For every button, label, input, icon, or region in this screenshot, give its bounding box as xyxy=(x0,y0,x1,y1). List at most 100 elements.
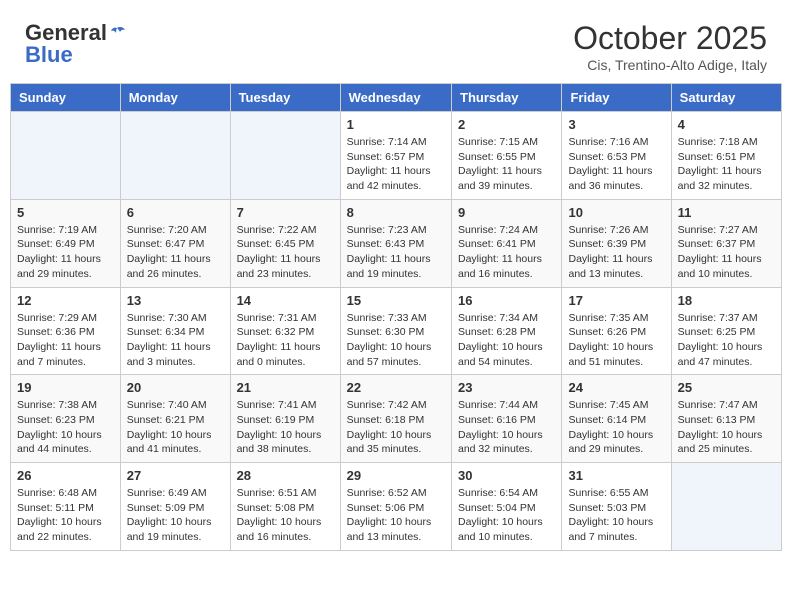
day-header-tuesday: Tuesday xyxy=(230,84,340,112)
day-info: Sunrise: 7:29 AM Sunset: 6:36 PM Dayligh… xyxy=(17,311,114,370)
calendar-cell: 10Sunrise: 7:26 AM Sunset: 6:39 PM Dayli… xyxy=(562,199,671,287)
day-info: Sunrise: 7:34 AM Sunset: 6:28 PM Dayligh… xyxy=(458,311,555,370)
calendar-cell: 25 Sunrise: 7:47 AM Sunset: 6:13 PM Dayli… xyxy=(671,375,781,463)
calendar-cell: 16 Sunrise: 7:34 AM Sunset: 6:28 PM Dayli… xyxy=(452,287,562,375)
day-info: Sunrise: 7:15 AM Sunset: 6:55 PM Dayligh… xyxy=(458,135,555,194)
day-info: Sunrise: 7:23 AM Sunset: 6:43 PM Dayligh… xyxy=(347,223,445,282)
day-info: Sunrise: 7:16 AM Sunset: 6:53 PM Dayligh… xyxy=(568,135,664,194)
day-number: 15 xyxy=(347,293,445,308)
calendar-cell: 27 Sunrise: 6:49 AM Sunset: 5:09 PM Dayli… xyxy=(120,463,230,551)
day-info: Sunrise: 7:44 AM Sunset: 6:16 PM Dayligh… xyxy=(458,398,555,457)
calendar-cell: 4 Sunrise: 7:18 AM Sunset: 6:51 PM Daylig… xyxy=(671,112,781,200)
day-number: 20 xyxy=(127,380,224,395)
day-info: Sunrise: 6:49 AM Sunset: 5:09 PM Dayligh… xyxy=(127,486,224,545)
day-number: 8 xyxy=(347,205,445,220)
day-info: Sunrise: 7:30 AM Sunset: 6:34 PM Dayligh… xyxy=(127,311,224,370)
day-info: Sunrise: 6:54 AM Sunset: 5:04 PM Dayligh… xyxy=(458,486,555,545)
calendar-cell: 3Sunrise: 7:16 AM Sunset: 6:53 PM Daylig… xyxy=(562,112,671,200)
location-subtitle: Cis, Trentino-Alto Adige, Italy xyxy=(573,57,767,73)
day-info: Sunrise: 7:42 AM Sunset: 6:18 PM Dayligh… xyxy=(347,398,445,457)
day-info: Sunrise: 6:52 AM Sunset: 5:06 PM Dayligh… xyxy=(347,486,445,545)
day-info: Sunrise: 6:51 AM Sunset: 5:08 PM Dayligh… xyxy=(237,486,334,545)
day-number: 22 xyxy=(347,380,445,395)
calendar-cell xyxy=(230,112,340,200)
day-number: 17 xyxy=(568,293,664,308)
day-info: Sunrise: 7:19 AM Sunset: 6:49 PM Dayligh… xyxy=(17,223,114,282)
day-info: Sunrise: 7:31 AM Sunset: 6:32 PM Dayligh… xyxy=(237,311,334,370)
calendar-cell: 12 Sunrise: 7:29 AM Sunset: 6:36 PM Dayli… xyxy=(11,287,121,375)
calendar-cell xyxy=(120,112,230,200)
calendar-cell: 24Sunrise: 7:45 AM Sunset: 6:14 PM Dayli… xyxy=(562,375,671,463)
title-block: October 2025 Cis, Trentino-Alto Adige, I… xyxy=(573,20,767,73)
day-header-thursday: Thursday xyxy=(452,84,562,112)
calendar-cell: 23 Sunrise: 7:44 AM Sunset: 6:16 PM Dayli… xyxy=(452,375,562,463)
logo-bird-icon xyxy=(108,26,126,40)
day-header-sunday: Sunday xyxy=(11,84,121,112)
day-number: 19 xyxy=(17,380,114,395)
day-info: Sunrise: 7:37 AM Sunset: 6:25 PM Dayligh… xyxy=(678,311,775,370)
day-info: Sunrise: 7:27 AM Sunset: 6:37 PM Dayligh… xyxy=(678,223,775,282)
day-info: Sunrise: 7:35 AM Sunset: 6:26 PM Dayligh… xyxy=(568,311,664,370)
day-info: Sunrise: 7:24 AM Sunset: 6:41 PM Dayligh… xyxy=(458,223,555,282)
day-number: 21 xyxy=(237,380,334,395)
day-number: 27 xyxy=(127,468,224,483)
day-info: Sunrise: 7:20 AM Sunset: 6:47 PM Dayligh… xyxy=(127,223,224,282)
page-header: General Blue October 2025 Cis, Trentino-… xyxy=(10,10,782,78)
calendar-cell xyxy=(671,463,781,551)
day-header-wednesday: Wednesday xyxy=(340,84,451,112)
day-number: 7 xyxy=(237,205,334,220)
day-number: 31 xyxy=(568,468,664,483)
calendar-week-row: 5 Sunrise: 7:19 AM Sunset: 6:49 PM Daylig… xyxy=(11,199,782,287)
day-info: Sunrise: 7:41 AM Sunset: 6:19 PM Dayligh… xyxy=(237,398,334,457)
day-number: 23 xyxy=(458,380,555,395)
calendar-cell: 11 Sunrise: 7:27 AM Sunset: 6:37 PM Dayli… xyxy=(671,199,781,287)
day-number: 28 xyxy=(237,468,334,483)
calendar-cell: 30Sunrise: 6:54 AM Sunset: 5:04 PM Dayli… xyxy=(452,463,562,551)
day-number: 1 xyxy=(347,117,445,132)
calendar-cell: 7 Sunrise: 7:22 AM Sunset: 6:45 PM Daylig… xyxy=(230,199,340,287)
calendar-week-row: 1 Sunrise: 7:14 AM Sunset: 6:57 PM Daylig… xyxy=(11,112,782,200)
calendar-table: SundayMondayTuesdayWednesdayThursdayFrid… xyxy=(10,83,782,551)
calendar-cell: 21 Sunrise: 7:41 AM Sunset: 6:19 PM Dayli… xyxy=(230,375,340,463)
day-number: 14 xyxy=(237,293,334,308)
day-header-friday: Friday xyxy=(562,84,671,112)
calendar-cell: 1 Sunrise: 7:14 AM Sunset: 6:57 PM Daylig… xyxy=(340,112,451,200)
day-info: Sunrise: 7:40 AM Sunset: 6:21 PM Dayligh… xyxy=(127,398,224,457)
calendar-cell: 9 Sunrise: 7:24 AM Sunset: 6:41 PM Daylig… xyxy=(452,199,562,287)
day-info: Sunrise: 7:38 AM Sunset: 6:23 PM Dayligh… xyxy=(17,398,114,457)
calendar-header-row: SundayMondayTuesdayWednesdayThursdayFrid… xyxy=(11,84,782,112)
day-number: 5 xyxy=(17,205,114,220)
calendar-cell: 29 Sunrise: 6:52 AM Sunset: 5:06 PM Dayli… xyxy=(340,463,451,551)
day-info: Sunrise: 7:45 AM Sunset: 6:14 PM Dayligh… xyxy=(568,398,664,457)
calendar-cell: 31Sunrise: 6:55 AM Sunset: 5:03 PM Dayli… xyxy=(562,463,671,551)
calendar-cell: 13Sunrise: 7:30 AM Sunset: 6:34 PM Dayli… xyxy=(120,287,230,375)
day-info: Sunrise: 7:18 AM Sunset: 6:51 PM Dayligh… xyxy=(678,135,775,194)
calendar-cell: 2 Sunrise: 7:15 AM Sunset: 6:55 PM Daylig… xyxy=(452,112,562,200)
calendar-cell: 15Sunrise: 7:33 AM Sunset: 6:30 PM Dayli… xyxy=(340,287,451,375)
day-number: 11 xyxy=(678,205,775,220)
calendar-cell: 18Sunrise: 7:37 AM Sunset: 6:25 PM Dayli… xyxy=(671,287,781,375)
calendar-cell: 17 Sunrise: 7:35 AM Sunset: 6:26 PM Dayli… xyxy=(562,287,671,375)
calendar-cell: 26Sunrise: 6:48 AM Sunset: 5:11 PM Dayli… xyxy=(11,463,121,551)
day-info: Sunrise: 7:14 AM Sunset: 6:57 PM Dayligh… xyxy=(347,135,445,194)
calendar-cell: 5 Sunrise: 7:19 AM Sunset: 6:49 PM Daylig… xyxy=(11,199,121,287)
day-info: Sunrise: 7:22 AM Sunset: 6:45 PM Dayligh… xyxy=(237,223,334,282)
day-number: 12 xyxy=(17,293,114,308)
calendar-cell: 8 Sunrise: 7:23 AM Sunset: 6:43 PM Daylig… xyxy=(340,199,451,287)
calendar-cell: 6Sunrise: 7:20 AM Sunset: 6:47 PM Daylig… xyxy=(120,199,230,287)
day-number: 26 xyxy=(17,468,114,483)
day-number: 4 xyxy=(678,117,775,132)
calendar-week-row: 19 Sunrise: 7:38 AM Sunset: 6:23 PM Dayli… xyxy=(11,375,782,463)
day-info: Sunrise: 7:47 AM Sunset: 6:13 PM Dayligh… xyxy=(678,398,775,457)
day-number: 16 xyxy=(458,293,555,308)
calendar-cell: 22 Sunrise: 7:42 AM Sunset: 6:18 PM Dayli… xyxy=(340,375,451,463)
day-number: 9 xyxy=(458,205,555,220)
day-number: 25 xyxy=(678,380,775,395)
logo-blue: Blue xyxy=(25,42,73,68)
calendar-cell: 19 Sunrise: 7:38 AM Sunset: 6:23 PM Dayli… xyxy=(11,375,121,463)
day-number: 29 xyxy=(347,468,445,483)
calendar-cell: 14 Sunrise: 7:31 AM Sunset: 6:32 PM Dayli… xyxy=(230,287,340,375)
day-number: 2 xyxy=(458,117,555,132)
day-number: 10 xyxy=(568,205,664,220)
calendar-cell: 28 Sunrise: 6:51 AM Sunset: 5:08 PM Dayli… xyxy=(230,463,340,551)
